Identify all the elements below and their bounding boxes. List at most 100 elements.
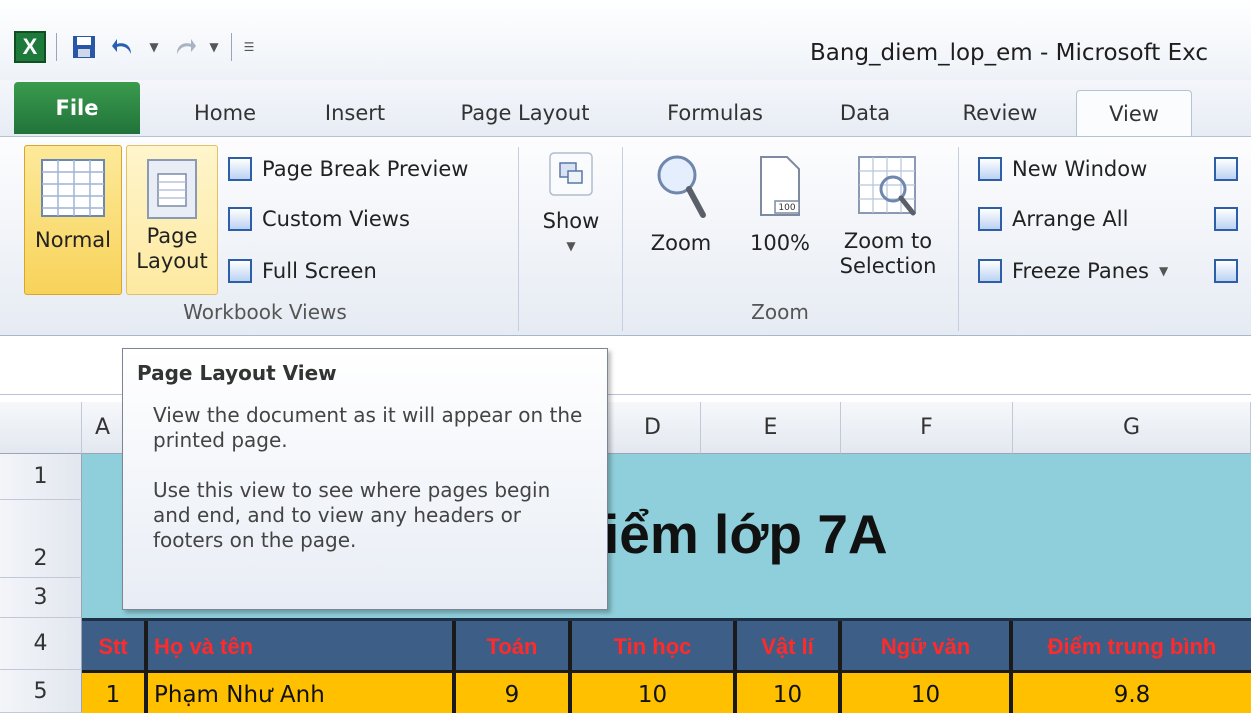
tab-data[interactable]: Data [815, 90, 915, 136]
zoom-magnifier-icon [657, 155, 706, 218]
arrange-all-label: Arrange All [1012, 207, 1129, 231]
workbook-views-group-label: Workbook Views [183, 300, 347, 324]
group-separator [958, 147, 959, 331]
freeze-panes-label: Freeze Panes [1012, 259, 1149, 283]
redo-dropdown-icon[interactable]: ▼ [207, 40, 221, 54]
custom-views-button[interactable]: Custom Views [228, 199, 410, 239]
show-dropdown-icon: ▼ [566, 239, 576, 253]
sheet-title: iểm lớp 7A [604, 503, 888, 565]
cell-literature[interactable]: 10 [842, 673, 1013, 713]
redo-icon[interactable] [167, 30, 201, 64]
unhide-icon[interactable] [1214, 259, 1238, 283]
tab-insert[interactable]: Insert [300, 90, 410, 136]
table-header-row: Stt Họ và tên Toán Tin học Vật lí Ngữ vă… [82, 618, 1251, 673]
column-header-e[interactable]: E [701, 402, 841, 454]
freeze-panes-icon [978, 259, 1002, 283]
row-header-3[interactable]: 3 [0, 578, 82, 618]
header-cell-stt[interactable]: Stt [82, 621, 148, 673]
normal-view-icon [41, 159, 105, 217]
zoom-to-selection-label-line1: Zoom to [843, 229, 933, 253]
tooltip-title: Page Layout View [137, 361, 337, 385]
row-header-4[interactable]: 4 [0, 618, 82, 670]
quick-access-toolbar: X ▼ ▼ ☰ [14, 28, 256, 66]
group-separator [518, 147, 519, 331]
cell-name[interactable]: Phạm Như Anh [148, 673, 456, 713]
row-header-2[interactable]: 2 [0, 500, 82, 578]
new-window-button[interactable]: New Window [978, 149, 1147, 189]
show-label: Show [542, 209, 600, 233]
undo-icon[interactable] [107, 30, 141, 64]
header-cell-informatics[interactable]: Tin học [572, 621, 737, 673]
zoom-button[interactable]: Zoom [640, 145, 722, 295]
page-layout-view-button[interactable]: Page Layout [126, 145, 218, 295]
zoom-to-selection-icon [858, 156, 916, 216]
excel-logo-icon[interactable]: X [14, 31, 46, 63]
tab-home[interactable]: Home [170, 90, 280, 136]
cell-stt[interactable]: 1 [82, 673, 148, 713]
zoom-label: Zoom [650, 231, 712, 255]
full-screen-button[interactable]: Full Screen [228, 251, 377, 291]
zoom-100-button[interactable]: 100 100% [742, 145, 818, 295]
tab-formulas[interactable]: Formulas [640, 90, 790, 136]
hide-icon[interactable] [1214, 207, 1238, 231]
page-layout-label-line1: Page [146, 224, 198, 248]
ribbon-view: Normal Page Layout Page Break Preview Cu… [0, 136, 1251, 410]
normal-view-label: Normal [35, 228, 111, 252]
tab-file[interactable]: File [14, 82, 140, 134]
freeze-panes-dropdown-icon: ▼ [1158, 264, 1169, 278]
tab-view[interactable]: View [1076, 90, 1192, 136]
title-bar: X ▼ ▼ ☰ Bang_diem_lop_em - Microsoft Exc [0, 0, 1251, 80]
zoom-100-icon-text: 100 [778, 203, 795, 213]
page-break-preview-label: Page Break Preview [262, 157, 469, 181]
page-layout-label-line2: Layout [136, 249, 208, 273]
split-icon[interactable] [1214, 157, 1238, 181]
page-break-preview-icon [228, 157, 252, 181]
freeze-panes-button[interactable]: Freeze Panes ▼ [978, 251, 1168, 291]
cell-average[interactable]: 9.8 [1013, 673, 1251, 713]
custom-views-icon [228, 207, 252, 231]
header-cell-name[interactable]: Họ và tên [148, 621, 456, 673]
save-icon[interactable] [67, 30, 101, 64]
column-header-d[interactable]: D [605, 402, 701, 454]
group-separator [622, 147, 623, 331]
column-header-f[interactable]: F [841, 402, 1013, 454]
tooltip-detail: Use this view to see where pages begin a… [153, 478, 551, 552]
header-cell-math[interactable]: Toán [456, 621, 572, 673]
window-title: Bang_diem_lop_em - Microsoft Exc [810, 40, 1208, 66]
header-cell-average[interactable]: Điểm trung bình [1013, 621, 1251, 673]
undo-dropdown-icon[interactable]: ▼ [147, 40, 161, 54]
zoom-to-selection-label-line2: Selection [839, 254, 937, 278]
row-header-5[interactable]: 5 [0, 670, 82, 713]
tooltip-description: View the document as it will appear on t… [153, 403, 583, 452]
show-button[interactable]: Show ▼ [532, 145, 610, 295]
normal-view-button[interactable]: Normal [24, 145, 122, 295]
new-window-icon [978, 157, 1002, 181]
zoom-to-selection-button[interactable]: Zoom to Selection [830, 145, 946, 295]
header-cell-physics[interactable]: Vật lí [737, 621, 842, 673]
cell-math[interactable]: 9 [456, 673, 572, 713]
row-header-1[interactable]: 1 [0, 454, 82, 500]
page-layout-view-tooltip: Page Layout View View the document as it… [122, 348, 608, 610]
header-cell-literature[interactable]: Ngữ văn [842, 621, 1013, 673]
tab-page-layout[interactable]: Page Layout [440, 90, 610, 136]
zoom-100-icon: 100 [760, 156, 800, 216]
page-break-preview-button[interactable]: Page Break Preview [228, 149, 468, 189]
qat-separator [56, 33, 57, 61]
arrange-all-icon [978, 207, 1002, 231]
customize-qat-icon[interactable]: ☰ [242, 40, 256, 54]
zoom-group-label: Zoom [751, 300, 809, 324]
arrange-all-button[interactable]: Arrange All [978, 199, 1128, 239]
new-window-label: New Window [1012, 157, 1148, 181]
custom-views-label: Custom Views [262, 207, 410, 231]
ribbon-tabs: File Home Insert Page Layout Formulas Da… [0, 80, 1251, 136]
cell-informatics[interactable]: 10 [572, 673, 737, 713]
qat-separator [231, 33, 232, 61]
tab-review[interactable]: Review [940, 90, 1060, 136]
zoom-100-label: 100% [749, 231, 811, 255]
page-layout-icon [147, 159, 197, 219]
column-header-g[interactable]: G [1013, 402, 1251, 454]
cell-physics[interactable]: 10 [737, 673, 842, 713]
column-header-a[interactable]: A [82, 402, 124, 454]
select-all-corner[interactable] [0, 402, 82, 454]
full-screen-icon [228, 259, 252, 283]
